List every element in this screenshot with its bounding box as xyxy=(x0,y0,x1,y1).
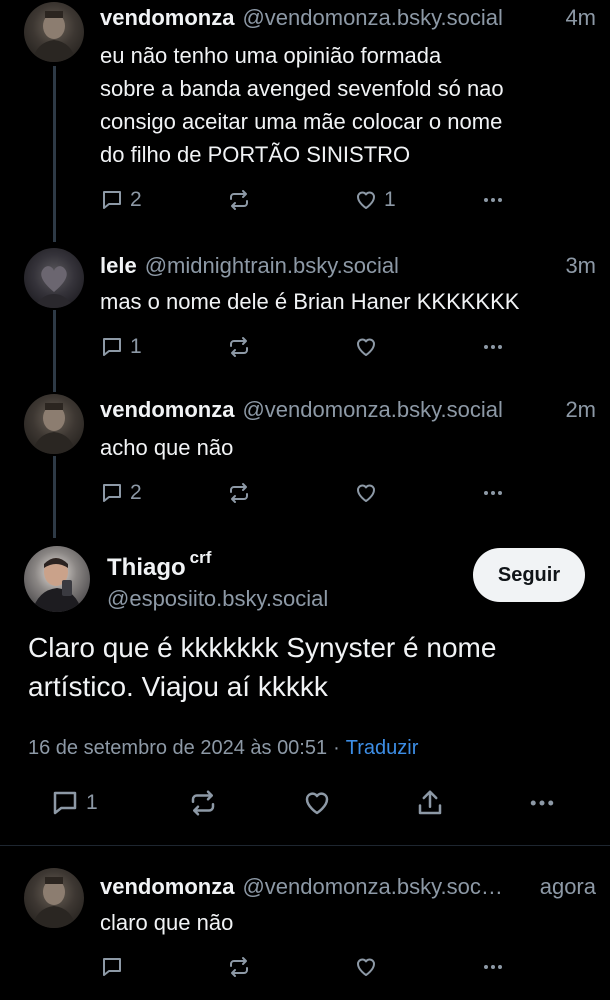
heart-icon xyxy=(354,188,378,212)
reply-count: 2 xyxy=(130,481,142,504)
avatar[interactable] xyxy=(24,2,84,62)
follow-button[interactable]: Seguir xyxy=(473,548,585,602)
author-handle[interactable]: @midnightrain.bsky.social xyxy=(145,253,399,279)
more-button[interactable] xyxy=(481,332,505,362)
author-name[interactable]: lele xyxy=(100,253,137,279)
more-icon xyxy=(527,788,557,818)
translate-link[interactable]: Traduzir xyxy=(346,737,419,759)
post-text-line: Claro que é kkkkkkk Synyster é nome xyxy=(28,632,497,663)
post-actions: 2 1 xyxy=(100,185,514,215)
heart-icon xyxy=(354,335,378,359)
author-handle[interactable]: @vendomonza.bsky.social xyxy=(242,397,502,423)
share-icon xyxy=(415,788,445,818)
heart-icon xyxy=(354,481,378,505)
author-name-suffix: crf xyxy=(189,548,212,567)
post-actions xyxy=(100,952,514,982)
author-handle[interactable]: @esposiito.bsky.social xyxy=(107,586,328,612)
avatar[interactable] xyxy=(24,868,84,928)
post-actions: 2 xyxy=(100,478,514,508)
like-button[interactable] xyxy=(354,952,378,982)
author-name[interactable]: vendomonza xyxy=(100,397,234,423)
post-text: claro que não xyxy=(100,906,590,939)
author-name[interactable]: vendomonza xyxy=(100,5,234,31)
post-time: agora xyxy=(539,874,596,899)
author-handle[interactable]: @vendomonza.bsky.soc… xyxy=(242,874,502,900)
thread-line xyxy=(53,456,56,538)
repost-icon xyxy=(188,788,218,818)
repost-button[interactable] xyxy=(227,952,251,982)
like-count: 1 xyxy=(384,188,396,211)
post-actions: 1 xyxy=(50,786,570,820)
heart-icon xyxy=(302,788,332,818)
more-button[interactable] xyxy=(481,185,505,215)
share-button[interactable] xyxy=(415,786,445,820)
post-text-line: mas o nome dele é Brian Haner KKKKKKK xyxy=(100,289,520,314)
repost-button[interactable] xyxy=(227,332,251,362)
reply-button[interactable] xyxy=(100,952,124,982)
reply-button[interactable]: 2 xyxy=(100,185,142,215)
thread-line xyxy=(53,66,56,242)
reply-button[interactable]: 2 xyxy=(100,478,142,508)
more-icon xyxy=(481,481,505,505)
like-button[interactable] xyxy=(354,332,378,362)
avatar[interactable] xyxy=(24,546,90,612)
post-time: 3m xyxy=(565,253,596,278)
repost-button[interactable] xyxy=(227,478,251,508)
thread-line xyxy=(53,310,56,392)
post-actions: 1 xyxy=(100,332,514,362)
like-button[interactable] xyxy=(354,478,378,508)
post-text-line: artístico. Viajou aí kkkkk xyxy=(28,671,328,702)
post-meta: 16 de setembro de 2024 às 00:51 · Traduzir xyxy=(28,737,418,760)
more-button[interactable] xyxy=(481,478,505,508)
repost-button[interactable] xyxy=(188,786,218,820)
author-name[interactable]: vendomonza xyxy=(100,874,234,900)
divider xyxy=(0,845,610,846)
avatar[interactable] xyxy=(24,248,84,308)
post-text-line: sobre a banda avenged sevenfold só nao xyxy=(100,76,504,101)
post-text: mas o nome dele é Brian Haner KKKKKKK xyxy=(100,285,590,318)
reply-count: 2 xyxy=(130,188,142,211)
reply-count: 1 xyxy=(130,335,142,358)
post-time: 2m xyxy=(565,397,596,422)
reply-icon xyxy=(100,188,124,212)
post-text: acho que não xyxy=(100,431,590,464)
like-button[interactable]: 1 xyxy=(354,185,396,215)
more-icon xyxy=(481,188,505,212)
repost-icon xyxy=(227,955,251,979)
author-name[interactable]: Thiago crf xyxy=(107,548,211,582)
more-button[interactable] xyxy=(527,786,557,820)
reply-icon xyxy=(100,481,124,505)
meta-separator: · xyxy=(333,737,340,759)
post-time: 4m xyxy=(565,5,596,30)
reply-icon xyxy=(100,335,124,359)
reply-count: 1 xyxy=(86,791,98,814)
post-text-line: do filho de PORTÃO SINISTRO xyxy=(100,142,411,167)
reply-button[interactable]: 1 xyxy=(50,786,98,820)
like-button[interactable] xyxy=(302,786,332,820)
author-display-name: Thiago xyxy=(107,554,186,581)
repost-icon xyxy=(227,188,251,212)
post-text-line: claro que não xyxy=(100,910,234,935)
post-text-line: acho que não xyxy=(100,435,234,460)
author-handle[interactable]: @vendomonza.bsky.social xyxy=(242,5,502,31)
repost-icon xyxy=(227,335,251,359)
post-text-line: consigo aceitar uma mãe colocar o nome xyxy=(100,109,503,134)
heart-icon xyxy=(354,955,378,979)
repost-button[interactable] xyxy=(227,185,251,215)
more-button[interactable] xyxy=(481,952,505,982)
post-text-line: eu não tenho uma opinião formada xyxy=(100,43,442,68)
reply-icon xyxy=(100,955,124,979)
more-icon xyxy=(481,335,505,359)
post-text: eu não tenho uma opinião formada sobre a… xyxy=(100,39,590,171)
reply-button[interactable]: 1 xyxy=(100,332,142,362)
reply-icon xyxy=(50,788,80,818)
avatar[interactable] xyxy=(24,394,84,454)
post-text: Claro que é kkkkkkk Synyster é nome artí… xyxy=(28,628,586,706)
repost-icon xyxy=(227,481,251,505)
more-icon xyxy=(481,955,505,979)
post-date: 16 de setembro de 2024 às 00:51 xyxy=(28,737,328,759)
